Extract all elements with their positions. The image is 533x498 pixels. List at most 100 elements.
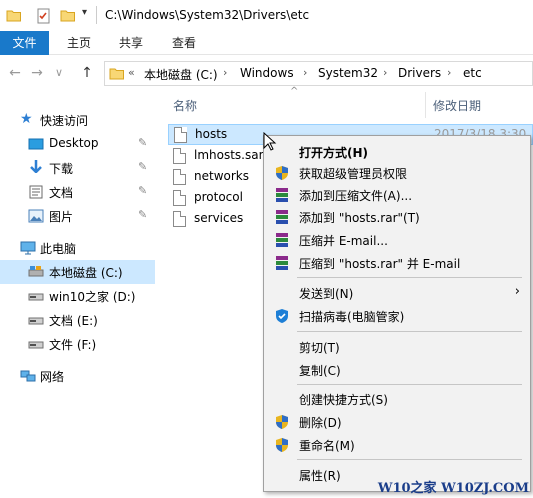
file-icon — [173, 148, 186, 164]
documents-icon — [29, 185, 43, 199]
menu-separator — [297, 331, 522, 332]
uac-shield-icon — [276, 415, 288, 429]
menu-separator — [297, 384, 522, 385]
sidebar-item-drive-c[interactable]: 本地磁盘 (C:) — [0, 260, 155, 284]
ribbon-tabs: 文件 主页 共享 查看 — [0, 31, 533, 55]
breadcrumb-drive[interactable]: 本地磁盘 (C:) — [144, 66, 218, 83]
menu-item-take-ownership[interactable]: 获取超级管理员权限 — [266, 162, 528, 184]
tab-home[interactable]: 主页 — [58, 31, 100, 55]
breadcrumb-drivers[interactable]: Drivers — [398, 66, 441, 80]
computer-icon — [20, 241, 36, 255]
file-name: services — [194, 211, 244, 225]
menu-item-open-with[interactable]: 打开方式(H) — [266, 141, 528, 163]
pin-icon[interactable]: ✎ — [138, 208, 147, 221]
sidebar-item-this-pc[interactable]: 此电脑 — [0, 236, 155, 260]
back-arrow-icon[interactable]: ← — [6, 64, 24, 82]
breadcrumb-windows[interactable]: Windows — [240, 66, 294, 80]
sidebar-item-pictures[interactable]: 图片 ✎ — [0, 204, 155, 228]
pictures-icon — [28, 209, 44, 223]
menu-item-label: 压缩并 E-mail... — [299, 234, 388, 248]
winrar-icon — [276, 233, 288, 247]
menu-item-label: 添加到 "hosts.rar"(T) — [299, 211, 420, 225]
menu-item-label: 重命名(M) — [299, 439, 355, 453]
window-title: C:\Windows\System32\Drivers\etc — [105, 8, 310, 22]
menu-item-label: 剪切(T) — [299, 341, 340, 355]
menu-item-delete[interactable]: 删除(D) — [266, 411, 528, 433]
menu-separator — [297, 459, 522, 460]
tab-view[interactable]: 查看 — [163, 31, 205, 55]
sort-ascending-icon: ^ — [290, 86, 299, 97]
sidebar-item-label: 文件 (F:) — [49, 338, 97, 352]
winrar-icon — [276, 210, 288, 224]
customize-toolbar-icon[interactable]: ▾ — [82, 7, 87, 18]
breadcrumb-separator[interactable]: › — [447, 66, 451, 79]
menu-item-label: 获取超级管理员权限 — [299, 167, 408, 181]
forward-arrow-icon[interactable]: → — [28, 64, 46, 82]
watermark: W10之家 W10ZJ.COM — [377, 481, 529, 496]
menu-item-label: 打开方式(H) — [299, 146, 369, 160]
overflow-icon[interactable]: « — [128, 66, 135, 79]
breadcrumb-separator[interactable]: › — [383, 66, 387, 79]
winrar-icon — [276, 256, 288, 270]
desktop-folder-icon — [28, 138, 44, 150]
file-name: lmhosts.sam — [194, 148, 271, 162]
menu-item-compress-hosts-email[interactable]: 压缩到 "hosts.rar" 并 E-mail — [266, 252, 528, 274]
sidebar-item-label: 文档 — [49, 186, 74, 200]
tab-share[interactable]: 共享 — [110, 31, 152, 55]
file-icon — [174, 127, 187, 143]
menu-item-label: 删除(D) — [299, 416, 342, 430]
sidebar-item-documents[interactable]: 文档 ✎ — [0, 180, 155, 204]
sidebar-item-label: 本地磁盘 (C:) — [49, 266, 123, 280]
tab-file[interactable]: 文件 — [0, 31, 49, 55]
tencent-shield-icon — [276, 309, 288, 323]
sidebar-item-drive-e[interactable]: 文档 (E:) — [0, 308, 155, 332]
folder-icon[interactable] — [6, 8, 22, 22]
sidebar-item-label: Desktop — [49, 136, 99, 150]
menu-item-compress-email[interactable]: 压缩并 E-mail... — [266, 229, 528, 251]
uac-shield-icon — [276, 166, 288, 180]
breadcrumb-etc[interactable]: etc — [463, 66, 482, 80]
menu-item-add-to-archive[interactable]: 添加到压缩文件(A)... — [266, 184, 528, 206]
menu-item-copy[interactable]: 复制(C) — [266, 359, 528, 381]
pin-icon[interactable]: ✎ — [138, 136, 147, 149]
title-separator — [96, 6, 97, 24]
menu-item-label: 添加到压缩文件(A)... — [299, 189, 413, 203]
pin-icon[interactable]: ✎ — [138, 160, 147, 173]
menu-item-virus-scan[interactable]: 扫描病毒(电脑管家) — [266, 305, 528, 327]
sidebar-item-network[interactable]: 网络 — [0, 364, 155, 388]
menu-item-add-to-hosts-rar[interactable]: 添加到 "hosts.rar"(T) — [266, 206, 528, 228]
download-icon — [30, 160, 42, 173]
pin-icon[interactable]: ✎ — [138, 184, 147, 197]
address-bar[interactable]: « 本地磁盘 (C:) › Windows › System32 › Drive… — [104, 61, 533, 86]
breadcrumb-separator[interactable]: › — [303, 66, 307, 79]
network-icon — [20, 370, 36, 382]
recent-locations-icon[interactable]: ∨ — [50, 64, 68, 82]
column-header-name[interactable]: 名称 — [173, 97, 197, 114]
mouse-cursor-icon — [263, 132, 277, 151]
navigation-pane: ★ 快速访问 Desktop ✎ 下载 ✎ 文档 ✎ 图片 ✎ 此电脑 本地磁盘… — [0, 92, 155, 498]
up-arrow-icon[interactable]: ↑ — [78, 64, 96, 82]
column-divider[interactable] — [425, 92, 426, 118]
properties-icon[interactable] — [36, 8, 52, 24]
file-name: hosts — [195, 127, 228, 141]
menu-item-label: 创建快捷方式(S) — [299, 393, 388, 407]
file-icon — [173, 190, 186, 206]
column-header-date[interactable]: 修改日期 — [433, 97, 481, 114]
context-menu: 打开方式(H) 获取超级管理员权限 添加到压缩文件(A)... 添加到 "hos… — [263, 135, 531, 492]
menu-item-create-shortcut[interactable]: 创建快捷方式(S) — [266, 388, 528, 410]
breadcrumb-system32[interactable]: System32 — [318, 66, 378, 80]
sidebar-item-quick-access[interactable]: ★ 快速访问 — [0, 108, 155, 132]
sidebar-item-desktop[interactable]: Desktop ✎ — [0, 132, 155, 156]
new-folder-icon[interactable] — [60, 8, 76, 22]
sidebar-item-drive-f[interactable]: 文件 (F:) — [0, 332, 155, 356]
sidebar-item-downloads[interactable]: 下载 ✎ — [0, 156, 155, 180]
menu-item-rename[interactable]: 重命名(M) — [266, 434, 528, 456]
sidebar-item-drive-d[interactable]: win10之家 (D:) — [0, 284, 155, 308]
drive-icon — [28, 341, 44, 349]
menu-item-send-to[interactable]: 发送到(N) › — [266, 282, 528, 304]
submenu-arrow-icon: › — [514, 284, 520, 299]
drive-icon — [28, 293, 44, 301]
file-icon — [173, 169, 186, 185]
menu-item-cut[interactable]: 剪切(T) — [266, 336, 528, 358]
breadcrumb-separator[interactable]: › — [223, 66, 227, 79]
